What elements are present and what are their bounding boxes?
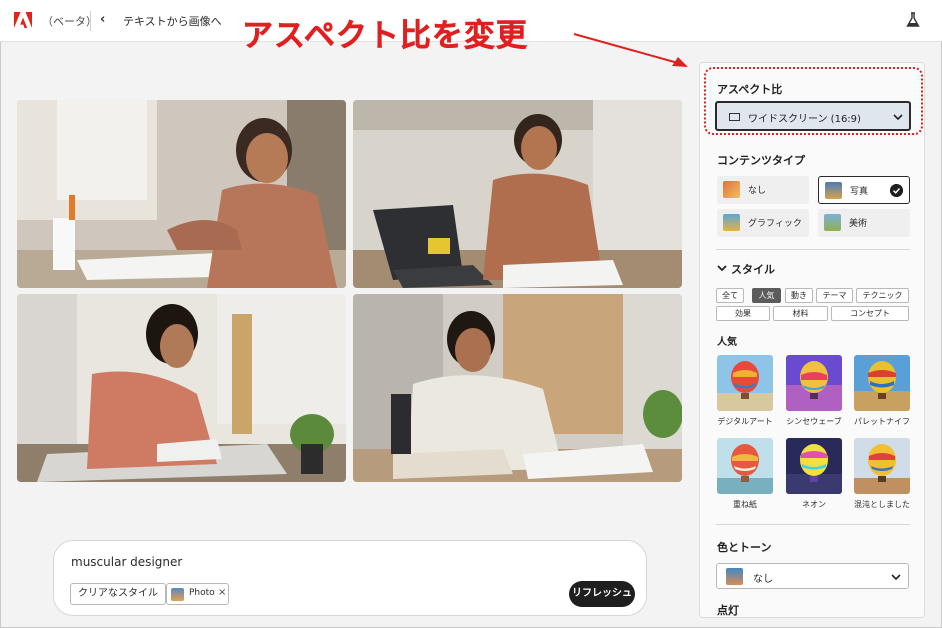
content-type-label: 美術 xyxy=(849,219,868,229)
content-type-graphic[interactable]: グラフィック xyxy=(717,209,809,237)
style-chip-concepts[interactable]: コンセプト xyxy=(831,306,909,321)
style-tag-chip[interactable]: Photo × xyxy=(166,583,229,605)
style-tile-layered-paper[interactable] xyxy=(717,438,773,494)
divider xyxy=(716,524,910,525)
style-chip-technique[interactable]: テクニック xyxy=(856,288,909,303)
tone-thumbnail-icon xyxy=(726,568,743,585)
generated-image-4[interactable] xyxy=(353,294,682,482)
style-tile-digital-art[interactable] xyxy=(717,355,773,411)
annotation-title: アスペクト比を変更 xyxy=(242,18,528,55)
chevron-left-icon[interactable]: ‹ xyxy=(100,13,112,27)
aspect-ratio-heading: アスペクト比 xyxy=(717,83,783,96)
color-tone-value: なし xyxy=(753,574,773,585)
annotation-arrow xyxy=(573,33,688,67)
style-chip-popular[interactable]: 人気 xyxy=(752,288,781,303)
generated-image-2[interactable] xyxy=(353,100,682,288)
lighting-heading: 点灯 xyxy=(717,604,739,617)
style-tile-label: ネオン xyxy=(802,500,826,509)
style-chip-theme[interactable]: テーマ xyxy=(816,288,853,303)
style-tile-label: シンセウェーブ xyxy=(786,417,842,426)
flask-icon[interactable] xyxy=(905,12,921,28)
beta-label: （ベータ） xyxy=(42,15,97,28)
content-type-label: グラフィック xyxy=(748,219,802,229)
divider xyxy=(90,11,91,31)
checkmark-icon xyxy=(890,184,903,197)
photo-thumbnail-icon xyxy=(825,182,842,199)
prompt-input[interactable]: muscular designer xyxy=(71,555,182,569)
adobe-logo-icon[interactable] xyxy=(14,12,32,28)
art-thumbnail-icon xyxy=(824,214,841,231)
settings-panel: アスペクト比 ワイドスクリーン (16:9) コンテンツタイプ なし 写真 グラ… xyxy=(699,62,925,618)
style-tile-label: パレットナイフ xyxy=(854,417,910,426)
style-tile-label: 重ね紙 xyxy=(733,500,757,509)
refresh-button[interactable]: リフレッシュ xyxy=(569,581,635,607)
close-icon[interactable]: × xyxy=(218,587,226,598)
style-chip-motion[interactable]: 動き xyxy=(785,288,813,303)
style-tile-neon[interactable] xyxy=(786,438,842,494)
aspect-ratio-select[interactable]: ワイドスクリーン (16:9) xyxy=(715,101,911,131)
aspect-ratio-value: ワイドスクリーン (16:9) xyxy=(748,114,861,125)
content-type-heading: コンテンツタイプ xyxy=(717,154,805,167)
content-type-photo[interactable]: 写真 xyxy=(818,176,910,204)
content-type-none[interactable]: なし xyxy=(717,176,809,204)
chevron-down-icon xyxy=(893,114,903,121)
style-tile-chaotic[interactable] xyxy=(854,438,910,494)
style-chip-effects[interactable]: 効果 xyxy=(716,306,770,321)
breadcrumb[interactable]: テキストから画像へ xyxy=(123,13,222,29)
divider xyxy=(716,249,910,250)
style-tile-synthwave[interactable] xyxy=(786,355,842,411)
content-type-label: 写真 xyxy=(850,187,869,197)
color-tone-select[interactable]: なし xyxy=(716,563,909,589)
content-type-label: なし xyxy=(748,186,767,196)
style-tile-label: 混沌としました xyxy=(854,500,910,509)
graphic-thumbnail-icon xyxy=(723,214,740,231)
none-thumbnail-icon xyxy=(723,181,740,198)
rectangle-icon xyxy=(729,113,740,121)
popular-heading: 人気 xyxy=(717,337,737,348)
chevron-down-icon[interactable] xyxy=(717,263,727,273)
color-tone-heading: 色とトーン xyxy=(717,541,772,554)
generated-image-1[interactable] xyxy=(17,100,346,288)
style-tile-palette-knife[interactable] xyxy=(854,355,910,411)
photo-thumbnail-icon xyxy=(171,588,184,601)
style-chip-materials[interactable]: 材料 xyxy=(773,306,828,321)
chevron-down-icon xyxy=(891,574,901,581)
tag-label: Photo xyxy=(189,588,215,598)
style-chip-all[interactable]: 全て xyxy=(716,288,744,303)
style-heading[interactable]: スタイル xyxy=(731,261,775,277)
generated-image-3[interactable] xyxy=(17,294,346,482)
content-type-art[interactable]: 美術 xyxy=(818,209,910,237)
clear-style-button[interactable]: クリアなスタイル xyxy=(70,583,166,605)
style-tile-label: デジタルアート xyxy=(717,417,773,426)
prompt-box[interactable]: muscular designer クリアなスタイル Photo × リフレッシ… xyxy=(53,540,647,616)
